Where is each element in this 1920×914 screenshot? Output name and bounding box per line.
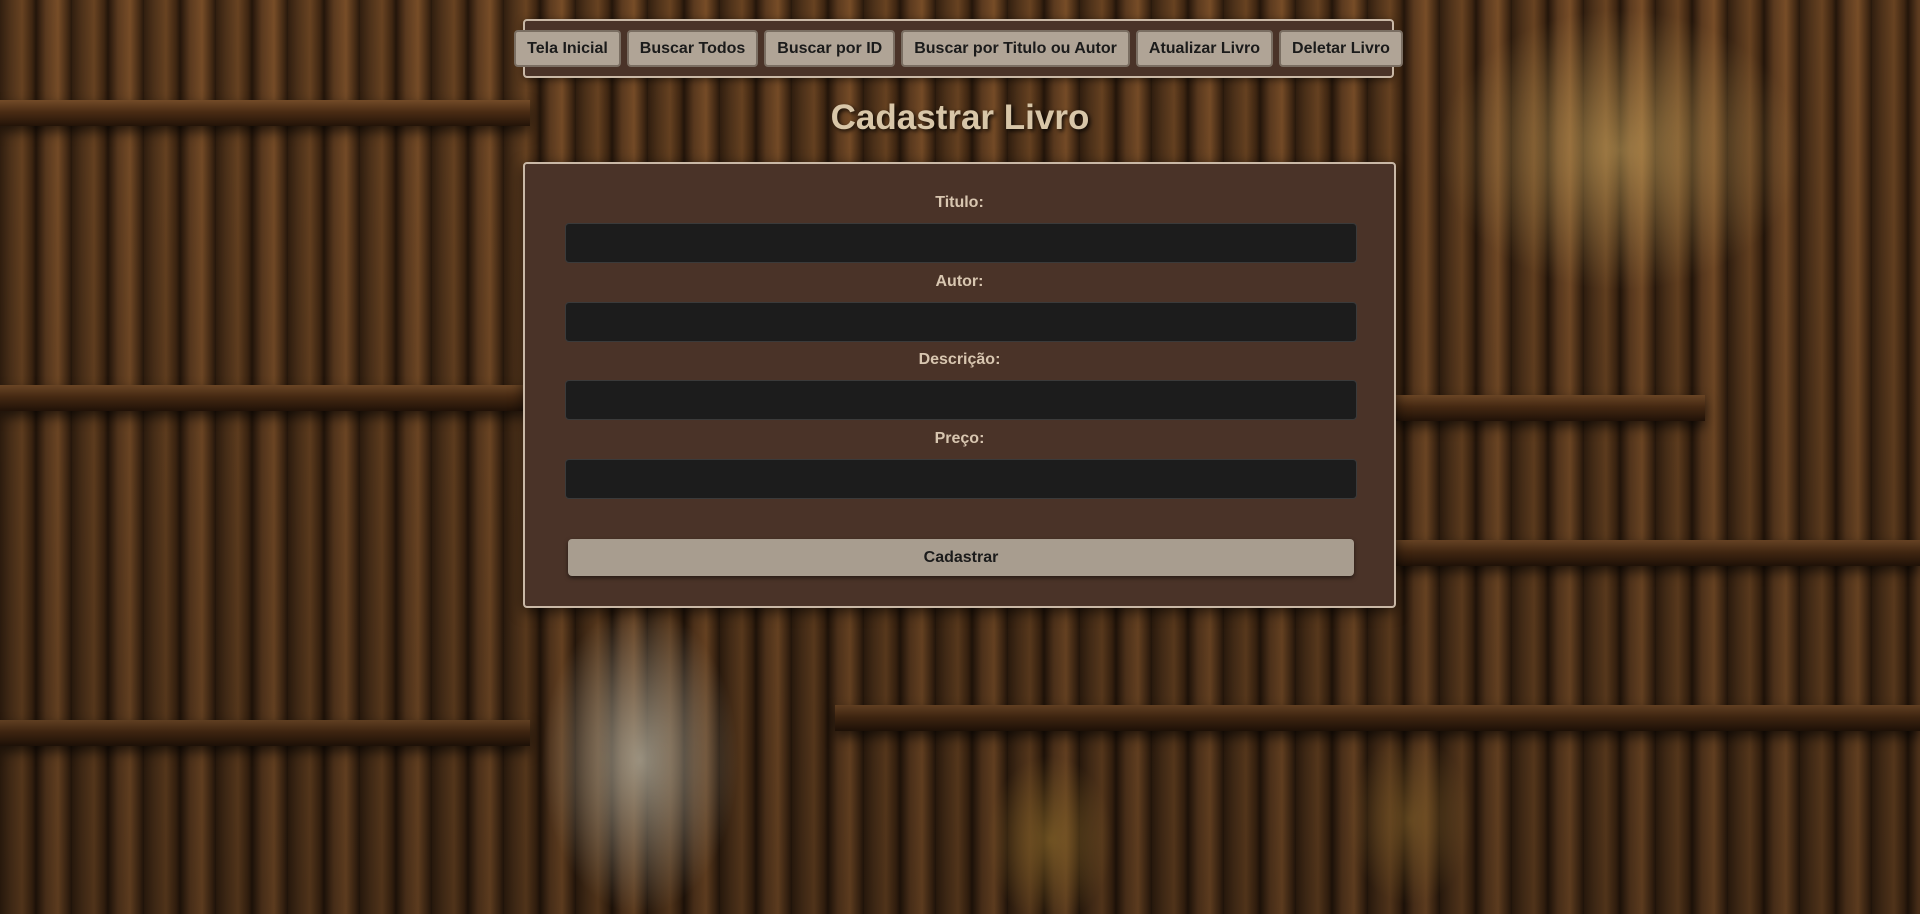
descricao-input[interactable]: [565, 380, 1357, 420]
cadastrar-button[interactable]: Cadastrar: [568, 539, 1354, 576]
titulo-input[interactable]: [565, 223, 1357, 263]
autor-label: Autor:: [935, 273, 984, 290]
book-registration-form: Titulo: Autor: Descrição: Preço: Cadastr…: [523, 162, 1396, 608]
nav-atualizar-livro-button[interactable]: Atualizar Livro: [1135, 30, 1274, 67]
nav-tela-inicial-button[interactable]: Tela Inicial: [514, 30, 621, 67]
autor-input[interactable]: [565, 302, 1357, 342]
nav-buscar-por-id-button[interactable]: Buscar por ID: [764, 30, 896, 67]
preco-label: Preço:: [934, 430, 985, 447]
top-nav-bar: Tela Inicial Buscar Todos Buscar por ID …: [514, 19, 1403, 78]
preco-input[interactable]: [565, 459, 1357, 499]
nav-buscar-titulo-autor-button[interactable]: Buscar por Titulo ou Autor: [901, 30, 1130, 67]
page-title: Cadastrar Livro: [830, 98, 1090, 137]
nav-deletar-livro-button[interactable]: Deletar Livro: [1279, 30, 1403, 67]
nav-buscar-todos-button[interactable]: Buscar Todos: [626, 30, 759, 67]
descricao-label: Descrição:: [918, 351, 1001, 368]
titulo-label: Titulo:: [935, 194, 984, 211]
